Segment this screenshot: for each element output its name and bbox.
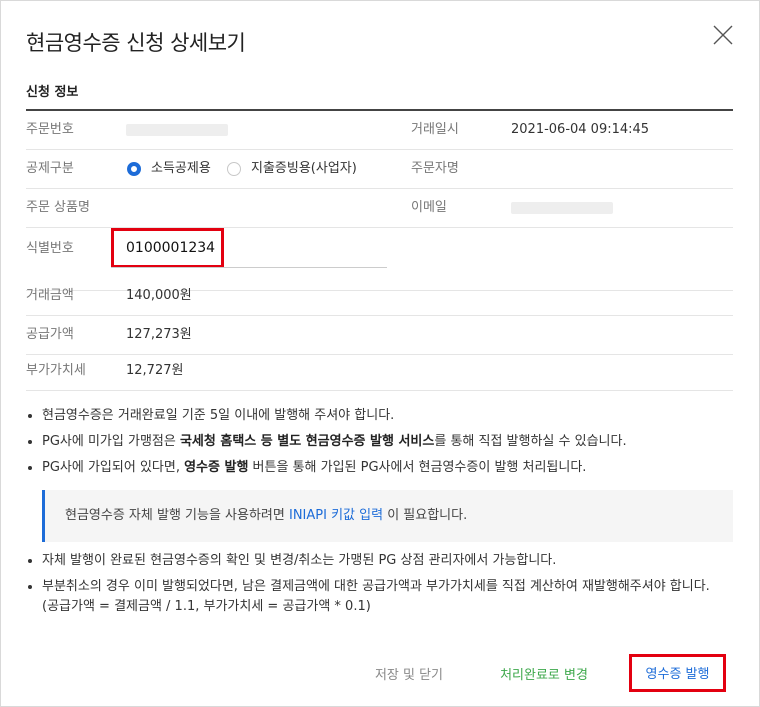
row-vat: 부가가치세 12,727원 [26, 352, 733, 391]
trade-date-label: 거래일시 [411, 122, 459, 137]
mark-done-button[interactable]: 처리완료로 변경 [491, 656, 597, 696]
id-number-label: 식별번호 [26, 241, 74, 256]
row-supply-amount: 공급가액 127,273원 [26, 316, 733, 355]
order-no-value [126, 124, 228, 136]
notice-item: 자체 발행이 완료된 현금영수증의 확인 및 변경/취소는 가맹된 PG 상점 … [26, 551, 736, 571]
email-value [511, 202, 613, 214]
close-icon[interactable] [711, 23, 735, 47]
save-close-button[interactable]: 저장 및 닫기 [361, 656, 457, 696]
trade-amount-label: 거래금액 [26, 288, 74, 303]
cash-receipt-dialog: 현금영수증 신청 상세보기 신청 정보 주문번호 거래일시 2021-06-04… [0, 0, 760, 707]
vat-value: 12,727원 [126, 363, 184, 378]
notice-item: PG사에 미가입 가맹점은 국세청 홈택스 등 별도 현금영수증 발행 서비스를… [26, 432, 736, 452]
row-deduction: 공제구분 소득공제용 지출증빙용(사업자) 주문자명 [26, 150, 733, 189]
product-name-label: 주문 상품명 [26, 200, 90, 215]
notice-item: 현금영수증은 거래완료일 기준 5일 이내에 발행해 주셔야 합니다. [26, 406, 736, 426]
supply-amount-label: 공급가액 [26, 327, 74, 342]
trade-amount-value: 140,000원 [126, 288, 192, 303]
id-number-input[interactable]: 0100001234 [126, 228, 215, 268]
info-callout: 현금영수증 자체 발행 기능을 사용하려면 INIAPI 키값 입력 이 필요합… [42, 490, 733, 542]
radio-income-label[interactable]: 소득공제용 [151, 150, 211, 188]
row-order: 주문번호 거래일시 2021-06-04 09:14:45 [26, 111, 733, 150]
vat-label: 부가가치세 [26, 363, 86, 378]
deduction-label: 공제구분 [26, 161, 74, 176]
issue-receipt-button[interactable]: 영수증 발행 [629, 654, 726, 692]
notice-list-2: 자체 발행이 완료된 현금영수증의 확인 및 변경/취소는 가맹된 PG 상점 … [26, 551, 736, 623]
email-label: 이메일 [411, 200, 447, 215]
iniapi-key-link[interactable]: INIAPI 키값 입력 [289, 508, 383, 523]
supply-amount-value: 127,273원 [126, 327, 192, 342]
radio-income-deduction[interactable] [127, 162, 141, 176]
dialog-title: 현금영수증 신청 상세보기 [26, 31, 246, 55]
section-title: 신청 정보 [26, 85, 79, 100]
order-no-label: 주문번호 [26, 122, 74, 137]
row-trade-amount: 거래금액 140,000원 [26, 277, 733, 316]
notice-item: PG사에 가입되어 있다면, 영수증 발행 버튼을 통해 가입된 PG사에서 현… [26, 458, 736, 478]
notice-list: 현금영수증은 거래완료일 기준 5일 이내에 발행해 주셔야 합니다. PG사에… [26, 406, 736, 484]
orderer-name-label: 주문자명 [411, 161, 459, 176]
trade-date-value: 2021-06-04 09:14:45 [511, 122, 650, 137]
row-product: 주문 상품명 이메일 [26, 189, 733, 228]
radio-expense-proof[interactable] [227, 162, 241, 176]
radio-expense-label[interactable]: 지출증빙용(사업자) [251, 150, 357, 188]
notice-item: 부분취소의 경우 이미 발행되었다면, 남은 결제금액에 대한 공급가액과 부가… [26, 577, 736, 617]
